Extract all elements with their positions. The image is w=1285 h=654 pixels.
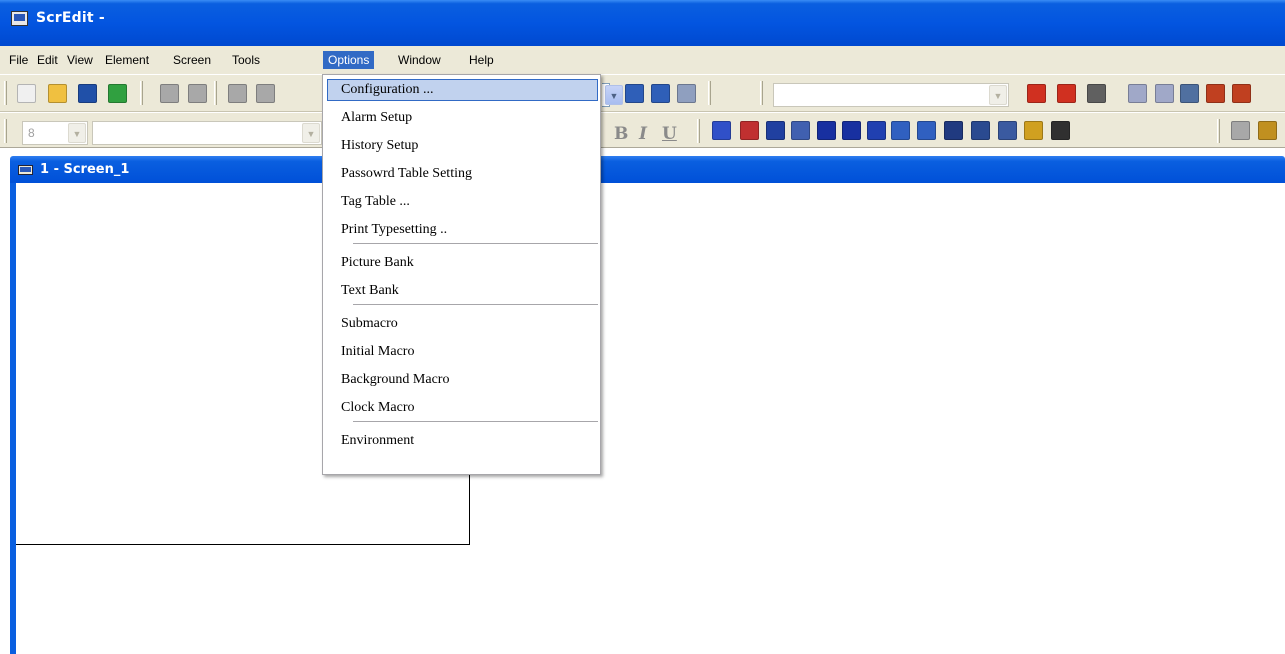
upload-icon[interactable] xyxy=(1232,84,1251,103)
toolbar-separator xyxy=(1217,119,1220,143)
chevron-down-icon[interactable]: ▼ xyxy=(68,123,86,143)
picture-element-icon[interactable] xyxy=(944,121,963,140)
download-icon[interactable] xyxy=(1206,84,1225,103)
chart-element-icon[interactable] xyxy=(740,121,759,140)
pencil-icon[interactable] xyxy=(1231,121,1250,140)
alarm-element-icon[interactable] xyxy=(998,121,1017,140)
italic-button[interactable]: I xyxy=(639,124,647,144)
screen-window-icon xyxy=(18,165,33,175)
menu-separator xyxy=(353,304,598,306)
window-title: ScrEdit - xyxy=(36,10,105,26)
table-element-icon[interactable] xyxy=(971,121,990,140)
menu-item-configuration[interactable]: Configuration ... xyxy=(327,79,598,101)
underline-button[interactable]: U xyxy=(662,124,677,144)
arrow-right-icon[interactable] xyxy=(1155,84,1174,103)
app-icon[interactable] xyxy=(11,11,28,26)
cut-icon[interactable] xyxy=(228,84,247,103)
title-bar[interactable]: ScrEdit - xyxy=(0,0,1285,46)
menu-item-picture-bank[interactable]: Picture Bank xyxy=(327,252,598,274)
bold-button[interactable]: B xyxy=(614,124,628,144)
menu-bar: File Edit View Element Screen Tools Options Win… xyxy=(0,46,1285,74)
circle-element-icon[interactable] xyxy=(842,121,861,140)
chevron-down-icon[interactable]: ▼ xyxy=(989,85,1007,105)
menu-item-password-table-setting[interactable]: Passowrd Table Setting xyxy=(327,163,598,185)
toolbar-separator xyxy=(140,81,143,105)
redo-icon[interactable] xyxy=(188,84,207,103)
zoom-combo[interactable]: ▼ xyxy=(602,83,623,107)
menu-tools[interactable]: Tools xyxy=(227,51,265,69)
menu-separator xyxy=(353,243,598,245)
pie-element-icon[interactable] xyxy=(817,121,836,140)
panel-element-icon[interactable] xyxy=(917,121,936,140)
menu-item-background-macro[interactable]: Background Macro xyxy=(327,369,598,391)
save-icon[interactable] xyxy=(78,84,97,103)
toolbar-grip[interactable] xyxy=(4,119,7,143)
font-name-combo[interactable]: ▼ xyxy=(92,121,322,145)
menu-edit[interactable]: Edit xyxy=(32,51,63,69)
open-folder-icon[interactable] xyxy=(48,84,67,103)
input-element-icon[interactable] xyxy=(891,121,910,140)
menu-item-clock-macro[interactable]: Clock Macro xyxy=(327,397,598,419)
menu-help[interactable]: Help xyxy=(464,51,499,69)
screen-window-title: 1 - Screen_1 xyxy=(40,162,130,177)
line-element-icon[interactable] xyxy=(791,121,810,140)
paint-icon[interactable] xyxy=(1258,121,1277,140)
menu-item-text-bank[interactable]: Text Bank xyxy=(327,280,598,302)
toolbar-grip[interactable] xyxy=(4,81,7,105)
export-icon[interactable] xyxy=(108,84,127,103)
calendar-icon[interactable] xyxy=(1180,84,1199,103)
menu-item-environment[interactable]: Environment xyxy=(327,430,598,452)
properties-icon[interactable] xyxy=(1087,84,1106,103)
zoom-fit-icon[interactable] xyxy=(677,84,696,103)
standard-toolbar: ▼ ▼ xyxy=(0,74,1285,112)
tag-icon[interactable] xyxy=(1027,84,1046,103)
menu-view[interactable]: View xyxy=(62,51,98,69)
chevron-down-icon[interactable]: ▼ xyxy=(605,85,623,105)
toolbar-separator xyxy=(697,119,700,143)
menu-screen[interactable]: Screen xyxy=(168,51,216,69)
tag-link-icon[interactable] xyxy=(1057,84,1076,103)
menu-item-alarm-setup[interactable]: Alarm Setup xyxy=(327,107,598,129)
zoom-out-icon[interactable] xyxy=(651,84,670,103)
new-file-icon[interactable] xyxy=(17,84,36,103)
display-element-icon[interactable] xyxy=(766,121,785,140)
menu-window[interactable]: Window xyxy=(393,51,446,69)
menu-separator xyxy=(353,421,598,423)
menu-item-print-typesetting[interactable]: Print Typesetting .. xyxy=(327,219,598,241)
toolbar-separator xyxy=(214,81,217,105)
copy-icon[interactable] xyxy=(256,84,275,103)
screen-window-titlebar[interactable]: 1 - Screen_1 xyxy=(10,156,1285,183)
menu-item-submacro[interactable]: Submacro xyxy=(327,313,598,335)
multicolor-element-icon[interactable] xyxy=(1024,121,1043,140)
font-size-combo[interactable]: 8 ▼ xyxy=(22,121,88,145)
options-dropdown-menu: Configuration ... Alarm Setup History Setu… xyxy=(322,74,601,475)
tag-combo[interactable]: ▼ xyxy=(773,83,1009,107)
button-element-icon[interactable] xyxy=(712,121,731,140)
menu-element[interactable]: Element xyxy=(100,51,154,69)
menu-file[interactable]: File xyxy=(4,51,33,69)
chevron-down-icon[interactable]: ▼ xyxy=(302,123,320,143)
menu-item-tag-table[interactable]: Tag Table ... xyxy=(327,191,598,213)
arrow-left-icon[interactable] xyxy=(1128,84,1147,103)
zoom-in-icon[interactable] xyxy=(625,84,644,103)
font-size-value: 8 xyxy=(28,126,35,140)
keypad-element-icon[interactable] xyxy=(1051,121,1070,140)
menu-options[interactable]: Options xyxy=(323,51,375,69)
grid-element-icon[interactable] xyxy=(867,121,886,140)
undo-icon[interactable] xyxy=(160,84,179,103)
menu-item-initial-macro[interactable]: Initial Macro xyxy=(327,341,598,363)
toolbar-separator xyxy=(708,81,711,105)
menu-item-history-setup[interactable]: History Setup xyxy=(327,135,598,157)
toolbar-grip[interactable] xyxy=(760,81,763,105)
